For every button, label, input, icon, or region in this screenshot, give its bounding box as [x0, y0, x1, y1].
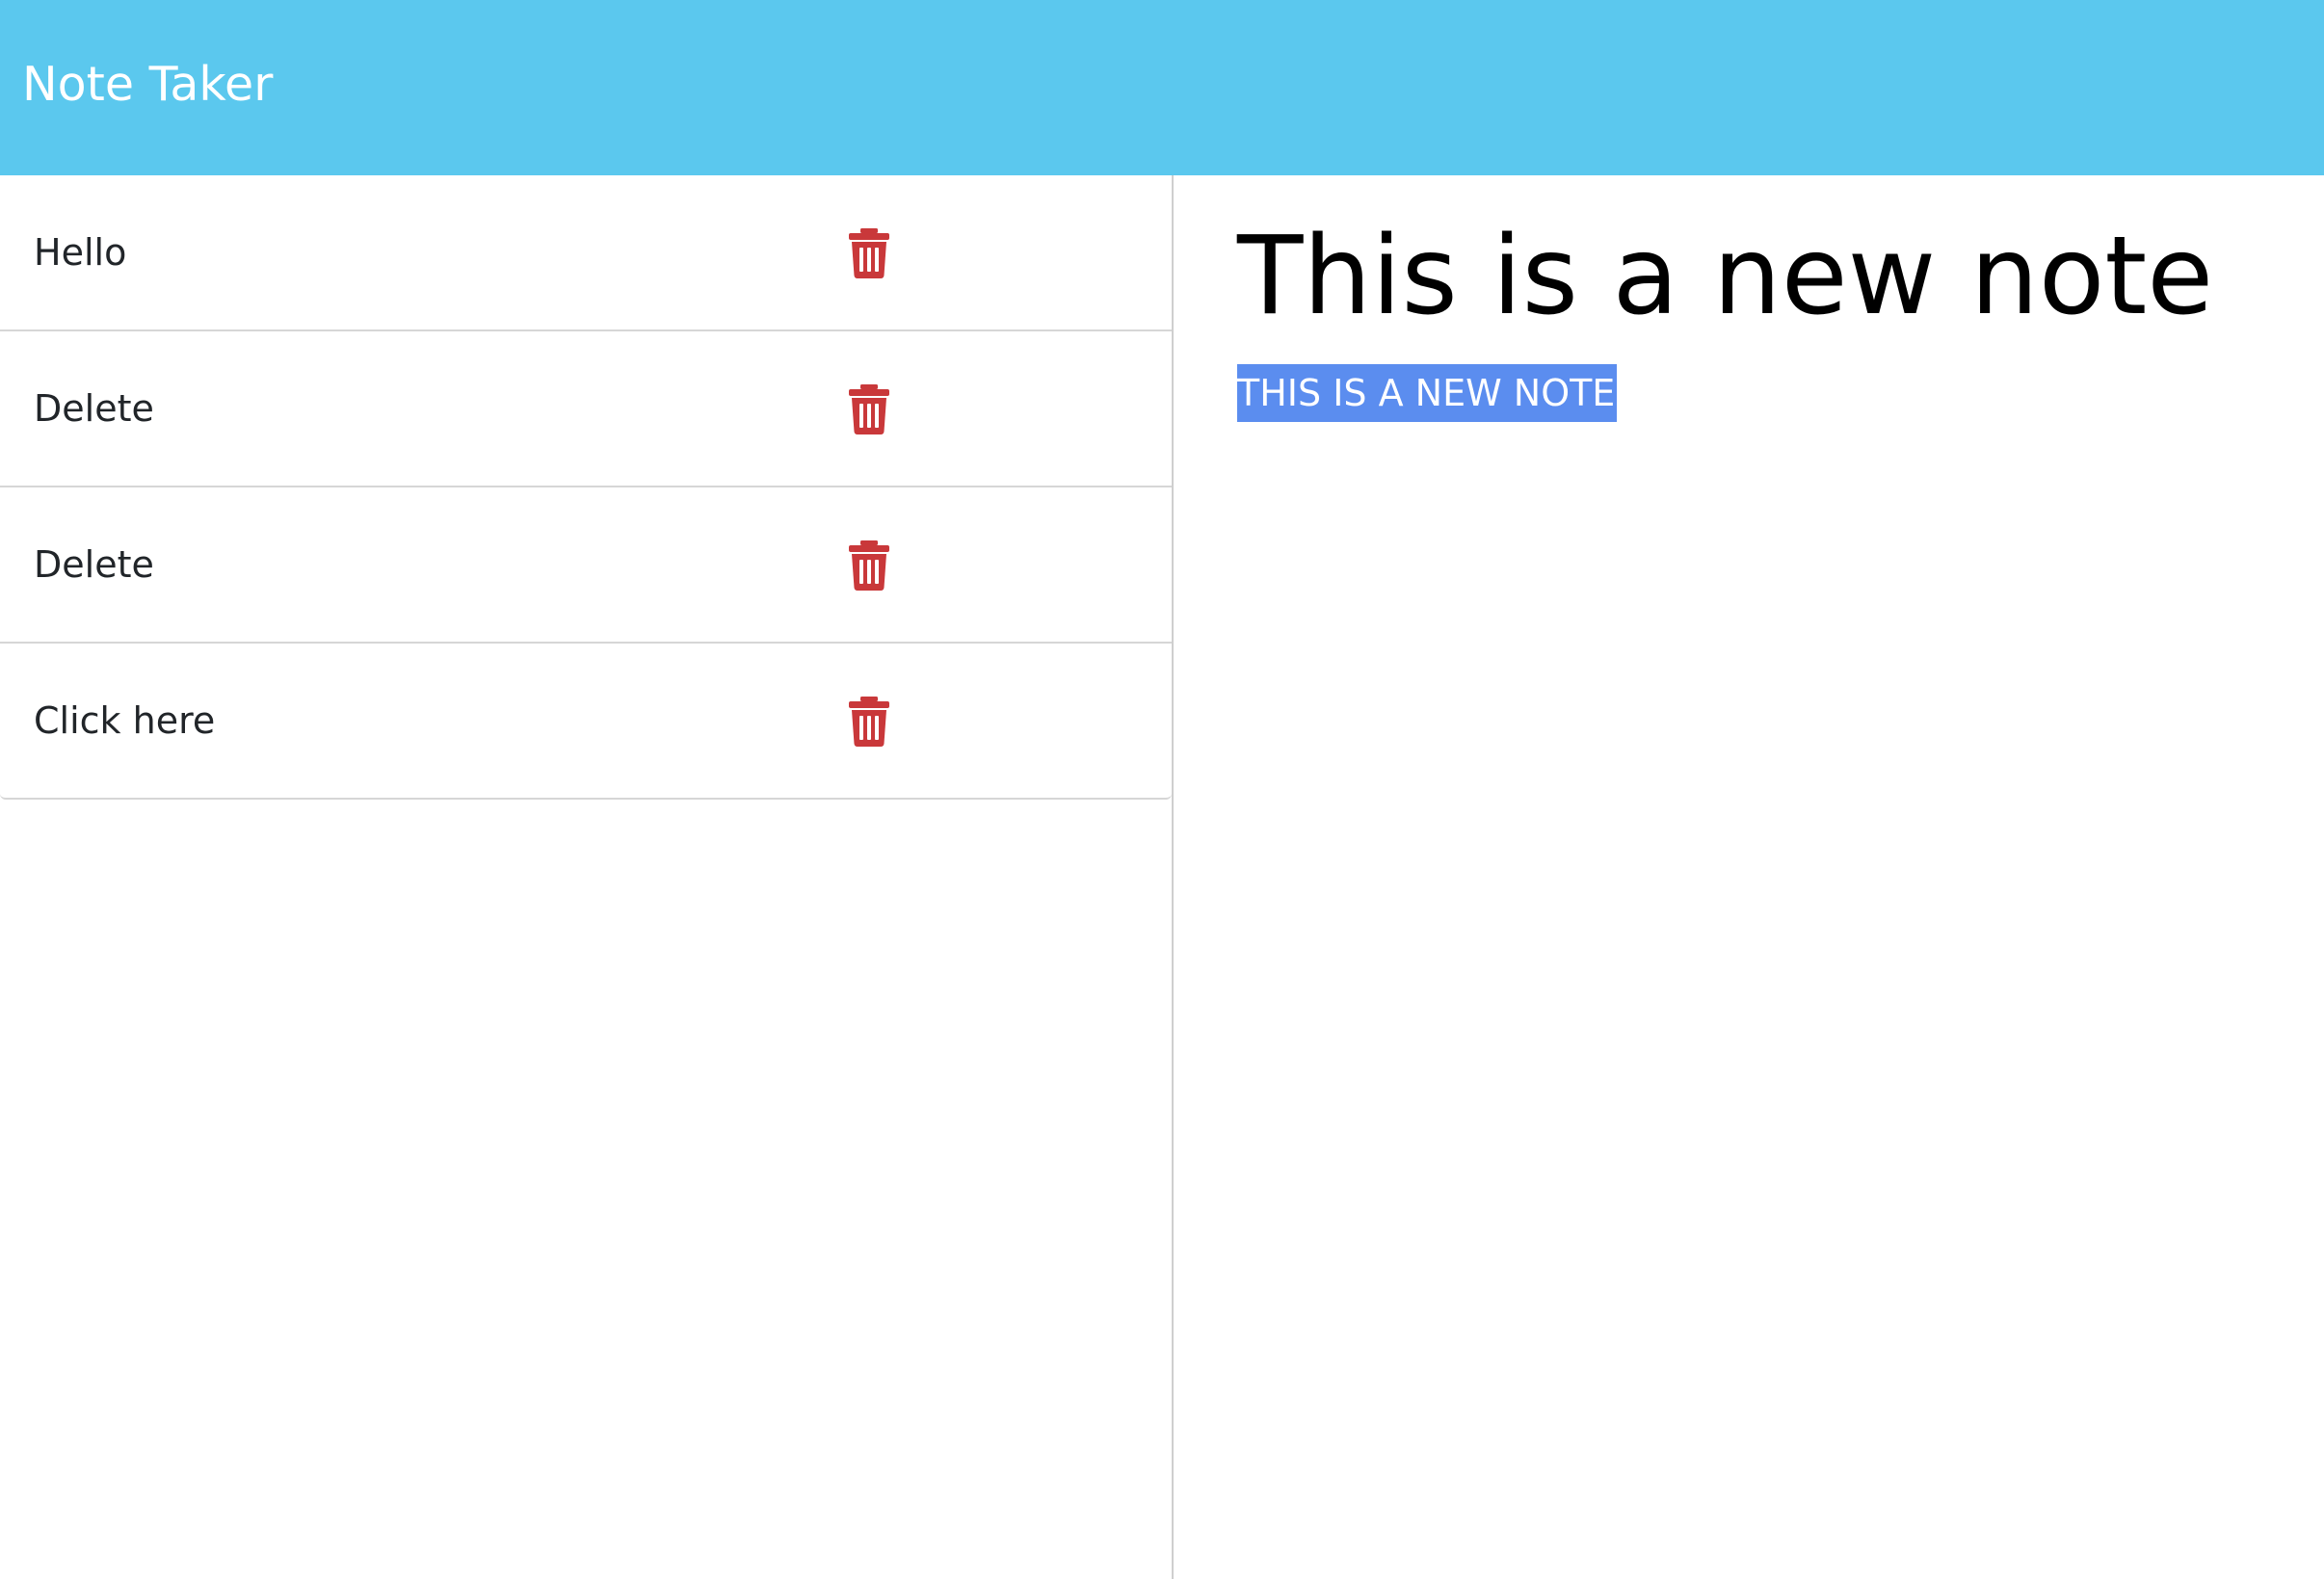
trash-icon[interactable] [848, 384, 890, 434]
list-item[interactable]: Click here [0, 644, 1172, 800]
note-editor: This is a new note THIS IS A NEW NOTE [1175, 175, 2324, 1579]
note-title-field[interactable]: This is a new note [1237, 204, 2213, 349]
navbar: Note Taker [0, 0, 2324, 175]
app-brand[interactable]: Note Taker [22, 56, 273, 114]
note-title[interactable]: Hello [34, 225, 126, 279]
trash-icon[interactable] [848, 540, 890, 591]
note-list-panel: Hello Delete Delete Click here [0, 175, 1174, 1579]
note-title[interactable]: Delete [34, 538, 154, 592]
trash-icon[interactable] [848, 228, 890, 278]
trash-icon[interactable] [848, 697, 890, 747]
note-list: Hello Delete Delete Click here [0, 175, 1172, 800]
note-text-field[interactable]: THIS IS A NEW NOTE [1237, 364, 1618, 422]
list-item[interactable]: Delete [0, 487, 1172, 644]
note-title[interactable]: Click here [34, 694, 215, 748]
note-title[interactable]: Delete [34, 382, 154, 435]
list-item[interactable]: Delete [0, 331, 1172, 487]
list-item[interactable]: Hello [0, 175, 1172, 331]
